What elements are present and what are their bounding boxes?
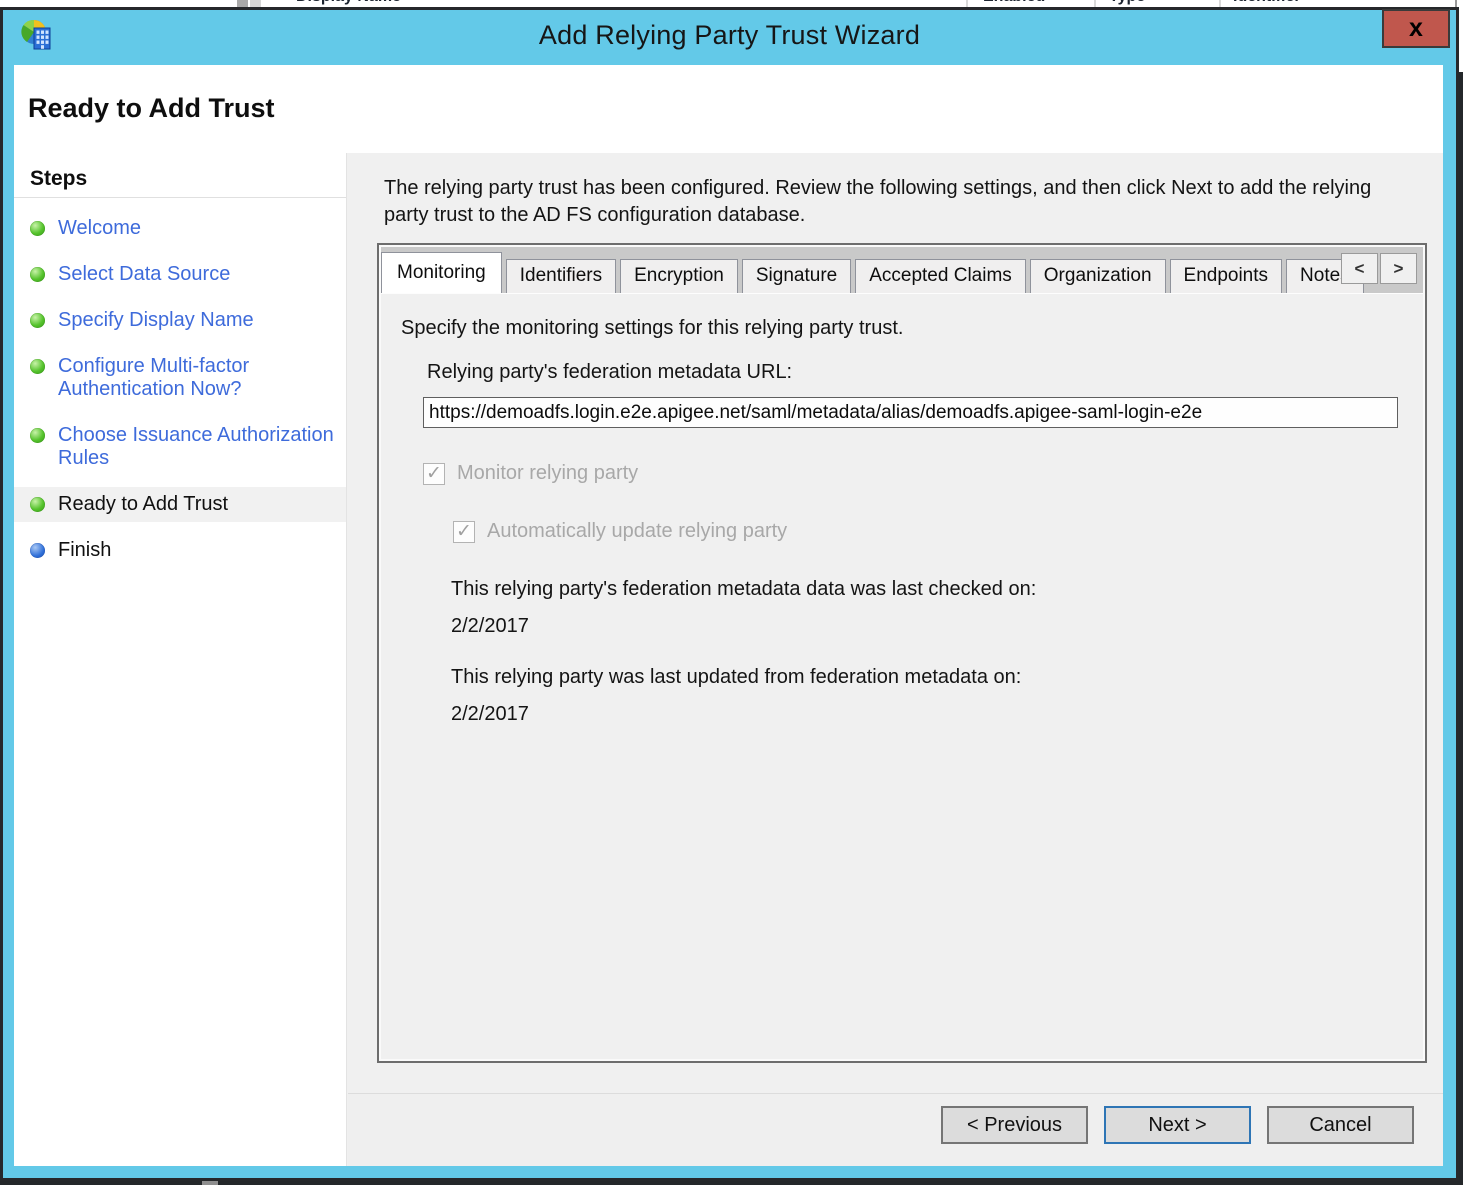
tab-scroll-left-icon[interactable]: <: [1341, 253, 1378, 284]
step-done-icon: [30, 267, 45, 282]
wizard-description: The relying party trust has been configu…: [384, 175, 1394, 229]
bg-scrollbar-fragment: [237, 0, 248, 7]
last-updated-label: This relying party was last updated from…: [451, 666, 1021, 689]
checkbox-checked-icon: ✓: [423, 463, 445, 485]
last-checked-label: This relying party's federation metadata…: [451, 578, 1036, 601]
header-band: Ready to Add Trust: [14, 65, 1443, 153]
bg-column-divider: [966, 0, 968, 7]
step-pending-icon: [30, 543, 45, 558]
checkbox-checked-icon: ✓: [453, 521, 475, 543]
step-item-finish: Finish: [14, 539, 346, 562]
bg-column-divider: [1219, 0, 1221, 7]
steps-title: Steps: [14, 153, 346, 197]
step-done-icon: [30, 221, 45, 236]
tab-identifiers[interactable]: Identifiers: [506, 259, 616, 293]
tab-accepted-claims[interactable]: Accepted Claims: [855, 259, 1026, 293]
monitor-relying-party-label: Monitor relying party: [457, 462, 638, 485]
cancel-button[interactable]: Cancel: [1267, 1106, 1414, 1144]
bg-column-enabled: Enabled: [983, 0, 1045, 6]
bg-column-type: Type: [1109, 0, 1145, 6]
background-window-top-sliver: Display Name Enabled Type Identifier: [0, 0, 1459, 7]
step-done-icon: [30, 497, 45, 512]
bg-scrollbar-fragment: [250, 0, 261, 7]
step-item-choose-issuance-rules: Choose Issuance Authorization Rules: [14, 424, 346, 470]
tab-scroll-buttons: < >: [1339, 253, 1417, 284]
window-title: Add Relying Party Trust Wizard: [3, 20, 1456, 51]
step-item-configure-mfa: Configure Multi-factor Authentication No…: [14, 355, 346, 401]
screen: Display Name Enabled Type Identifier: [0, 0, 1463, 1185]
tab-monitoring[interactable]: Monitoring: [381, 252, 502, 293]
bg-column-divider: [1094, 0, 1096, 7]
step-done-icon: [30, 359, 45, 374]
titlebar[interactable]: Add Relying Party Trust Wizard x: [3, 10, 1456, 62]
step-done-icon: [30, 428, 45, 443]
previous-button[interactable]: < Previous: [941, 1106, 1088, 1144]
dialog-body: Ready to Add Trust Steps Welcome Select …: [14, 65, 1443, 1166]
tab-scroll-right-icon[interactable]: >: [1380, 253, 1417, 284]
add-relying-party-trust-wizard-dialog: Add Relying Party Trust Wizard x Ready t…: [0, 7, 1459, 1181]
last-checked-date: 2/2/2017: [451, 615, 529, 638]
step-item-welcome: Welcome: [14, 217, 346, 240]
wizard-footer: < Previous Next > Cancel: [348, 1093, 1443, 1166]
tab-organization[interactable]: Organization: [1030, 259, 1166, 293]
bg-column-identifier: Identifier: [1233, 0, 1301, 6]
tab-strip: Monitoring Identifiers Encryption Signat…: [381, 247, 1423, 293]
step-done-icon: [30, 313, 45, 328]
tab-endpoints[interactable]: Endpoints: [1170, 259, 1283, 293]
tab-encryption[interactable]: Encryption: [620, 259, 738, 293]
monitoring-intro: Specify the monitoring settings for this…: [401, 317, 903, 340]
bg-scrollbar-fragment-bottom: [202, 1181, 218, 1185]
auto-update-relying-party-label: Automatically update relying party: [487, 520, 787, 543]
monitoring-tab-page: Specify the monitoring settings for this…: [381, 293, 1423, 1059]
main-content: The relying party trust has been configu…: [348, 153, 1443, 1166]
step-item-select-data-source: Select Data Source: [14, 263, 346, 286]
federation-metadata-url-label: Relying party's federation metadata URL:: [427, 361, 792, 384]
step-item-ready-to-add-trust: Ready to Add Trust: [14, 487, 346, 522]
last-updated-date: 2/2/2017: [451, 703, 529, 726]
step-item-specify-display-name: Specify Display Name: [14, 309, 346, 332]
federation-metadata-url-input[interactable]: [423, 397, 1398, 428]
bg-column-display-name: Display Name: [296, 0, 401, 6]
monitor-relying-party-checkbox-row: ✓ Monitor relying party: [423, 462, 638, 485]
steps-sidebar: Steps Welcome Select Data Source Specify…: [14, 153, 347, 1166]
steps-list: Welcome Select Data Source Specify Displ…: [14, 198, 346, 562]
trust-properties-tab-panel: Monitoring Identifiers Encryption Signat…: [377, 243, 1427, 1063]
tab-signature[interactable]: Signature: [742, 259, 851, 293]
page-title: Ready to Add Trust: [28, 93, 275, 124]
auto-update-relying-party-checkbox-row: ✓ Automatically update relying party: [453, 520, 787, 543]
close-button[interactable]: x: [1382, 9, 1450, 48]
next-button[interactable]: Next >: [1104, 1106, 1251, 1144]
